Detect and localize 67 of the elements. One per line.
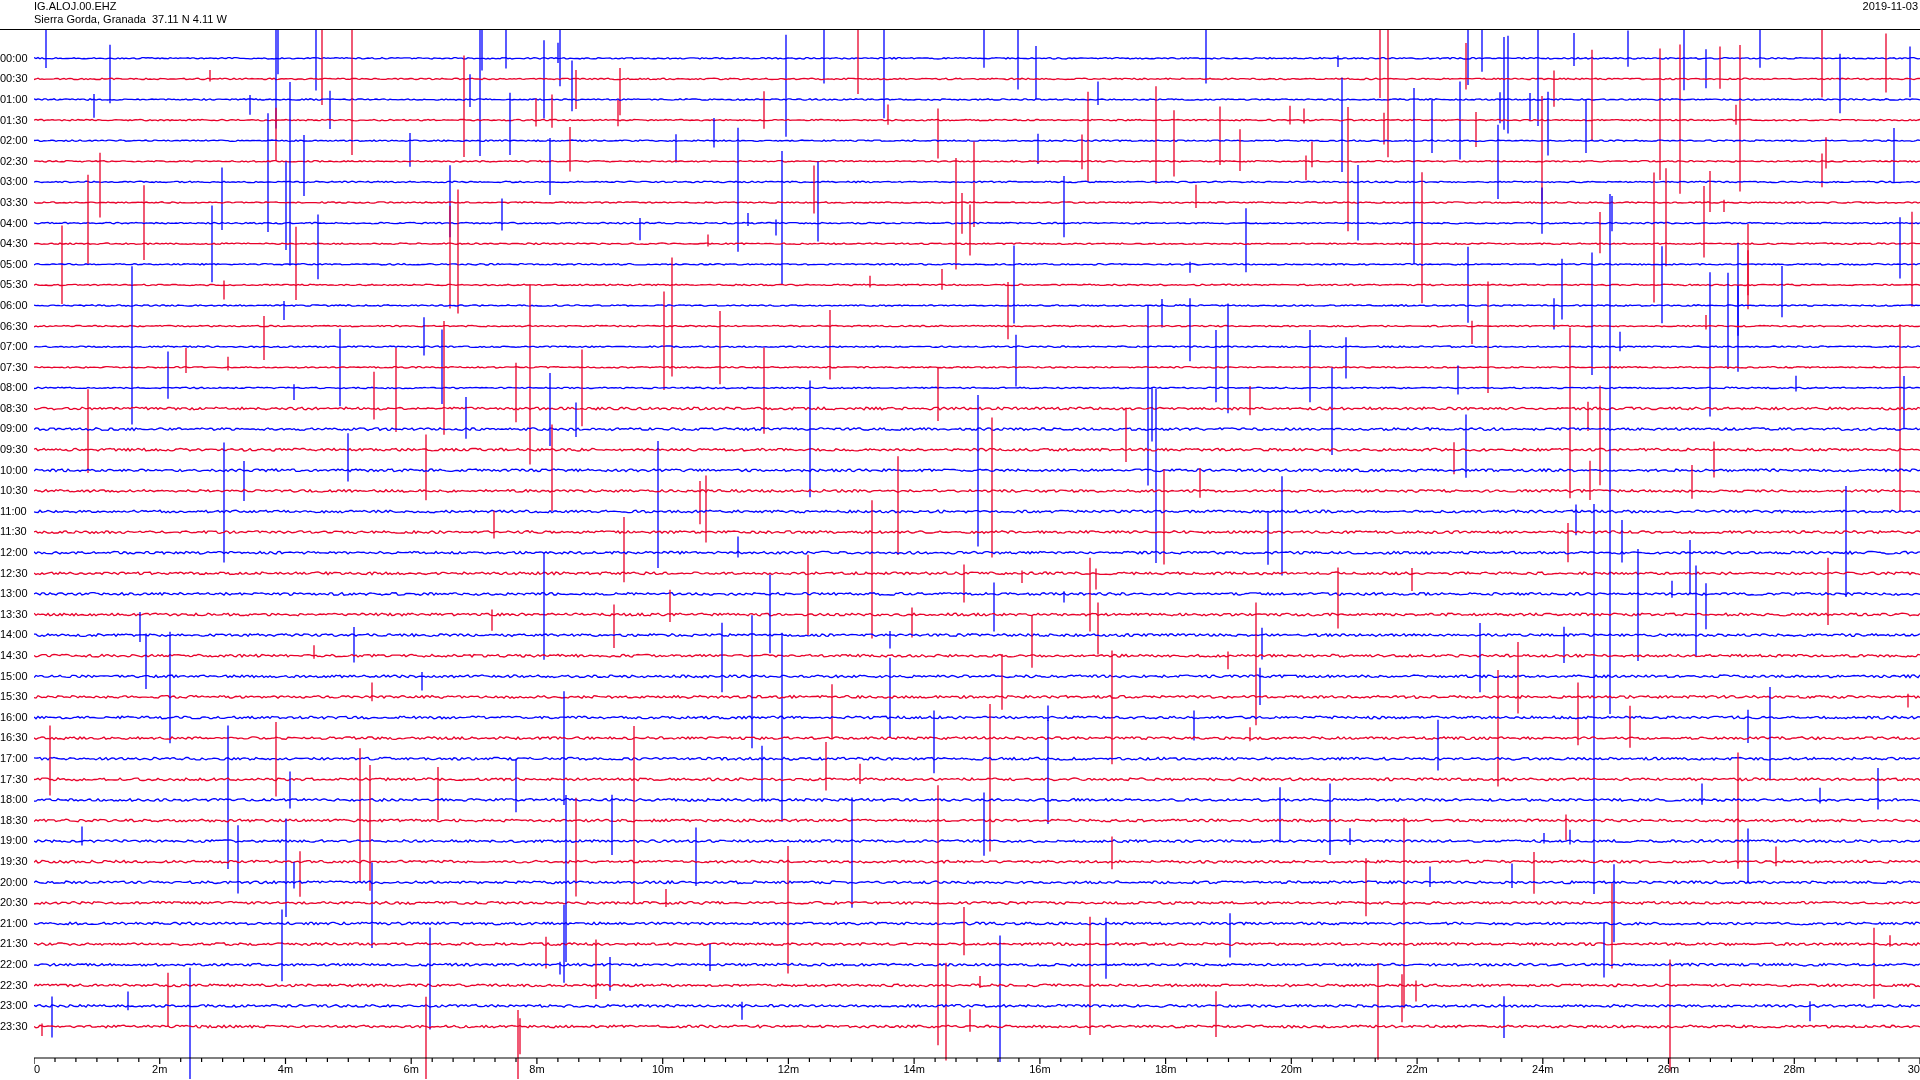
tick-label: 6m	[403, 1063, 419, 1075]
hour-label: 10:30	[0, 485, 28, 497]
tick-label: 16m	[1029, 1063, 1051, 1075]
hour-label: 00:00	[0, 52, 28, 64]
hour-label: 01:30	[0, 114, 28, 126]
hour-label: 22:00	[0, 958, 28, 970]
hour-label: 08:00	[0, 382, 28, 394]
hour-label: 08:30	[0, 402, 28, 414]
hour-label: 02:30	[0, 155, 28, 167]
tick-label: 20m	[1280, 1063, 1303, 1075]
hour-label: 05:00	[0, 258, 28, 270]
hour-label: 09:30	[0, 444, 28, 456]
hour-label: 07:00	[0, 341, 28, 353]
hour-label: 11:00	[0, 505, 27, 517]
hour-label: 15:00	[0, 670, 28, 682]
hour-label: 21:00	[0, 917, 28, 929]
hour-label: 16:30	[0, 732, 28, 744]
tick-label: 4m	[277, 1063, 294, 1075]
tick-label: 10m	[651, 1063, 674, 1075]
hour-label: 11:30	[0, 526, 27, 538]
tick-label: 0	[34, 1063, 41, 1075]
tick-label: 28m	[1783, 1063, 1805, 1075]
hour-label: 17:30	[0, 773, 28, 785]
tick-label: 12m	[777, 1063, 800, 1075]
hour-label: 06:00	[0, 299, 28, 311]
hour-label: 07:30	[0, 361, 28, 373]
tick-label: 18m	[1154, 1063, 1177, 1075]
hour-label: 03:30	[0, 196, 28, 208]
hour-label: 12:00	[0, 547, 28, 559]
hour-label: 13:30	[0, 608, 28, 620]
tick-label: 24m	[1532, 1063, 1554, 1075]
station-location: Sierra Gorda, Granada 37.11 N 4.11 W	[34, 13, 227, 26]
hour-label: 14:30	[0, 650, 28, 661]
hour-label: 20:30	[0, 897, 28, 909]
hour-label: 18:00	[0, 794, 28, 806]
hour-label: 17:00	[0, 753, 28, 764]
hour-label: 22:30	[0, 979, 28, 991]
hour-label: 04:00	[0, 217, 28, 229]
hour-label: 04:30	[0, 238, 28, 250]
tick-label: 30	[1907, 1063, 1920, 1075]
hour-label: 10:00	[0, 464, 28, 476]
tick-label: 26m	[1657, 1063, 1680, 1075]
hour-label: 03:00	[0, 176, 28, 188]
hour-label: 19:30	[0, 855, 28, 867]
tick-label: 14m	[903, 1063, 925, 1075]
hour-label: 18:30	[0, 814, 28, 826]
hour-label: 12:30	[0, 567, 28, 579]
hour-label: 21:30	[0, 938, 28, 950]
hour-label: 19:00	[0, 835, 28, 847]
hour-label: 06:30	[0, 320, 28, 332]
hour-label: 02:00	[0, 135, 28, 147]
hour-label: 23:30	[0, 1020, 28, 1032]
tick-label: 22m	[1406, 1063, 1428, 1075]
station-code: IG.ALOJ.00.EHZ	[34, 0, 118, 13]
hour-label: 01:00	[0, 94, 28, 105]
hour-label: 16:00	[0, 711, 28, 723]
hour-label: 14:00	[0, 629, 28, 641]
plot-date: 2019-11-03	[1862, 0, 1918, 14]
tick-label: 8m	[529, 1063, 545, 1075]
tick-label: 2m	[152, 1063, 168, 1075]
hour-label: 13:00	[0, 588, 28, 600]
hour-label: 09:00	[0, 423, 28, 435]
hour-label: 00:30	[0, 73, 28, 85]
hour-label: 05:30	[0, 279, 28, 291]
hour-label: 23:00	[0, 1000, 28, 1012]
hour-label: 20:00	[0, 876, 28, 888]
hour-label: 15:30	[0, 691, 28, 703]
